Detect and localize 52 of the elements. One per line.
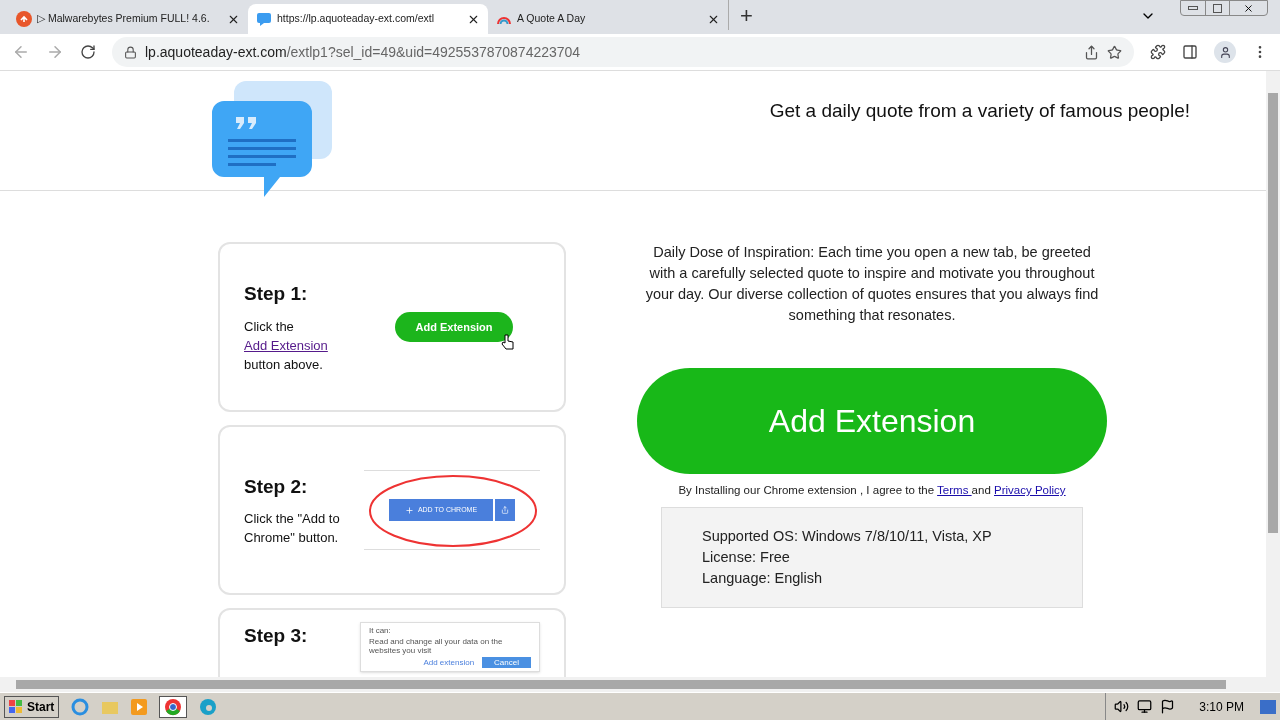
share-image [495, 498, 516, 522]
chrome-taskbar-button[interactable] [159, 695, 188, 718]
terms-link[interactable]: Terms [937, 484, 972, 496]
step-title: Step 2: [244, 474, 309, 499]
add-extension-button-image: Add Extension [395, 311, 513, 343]
info-line: Language: English [702, 569, 824, 589]
flag-icon[interactable] [1160, 699, 1176, 714]
bookmark-star-icon[interactable] [1107, 44, 1122, 60]
url-path: /extlp1?sel_id=49&uid=4925537870874223704 [286, 42, 581, 62]
lock-icon [124, 45, 137, 59]
horizontal-scrollbar[interactable] [0, 677, 1280, 692]
start-button[interactable]: Start [4, 695, 60, 718]
share-icon[interactable] [1084, 44, 1099, 60]
step-title: Step 1: [244, 282, 309, 307]
dialog-heading: It can: [369, 626, 392, 635]
new-tab-button[interactable]: + [728, 0, 764, 30]
chat-icon [256, 11, 272, 27]
tagline: Get a daily quote from a variety of famous people! [769, 99, 1190, 123]
browser-tab[interactable]: A Quote A Day [488, 4, 728, 34]
url-domain: lp.aquoteaday-ext.com [145, 42, 287, 62]
step-title: Step 3: [244, 624, 309, 648]
reload-icon[interactable] [80, 44, 96, 60]
browser-tab[interactable]: ▷ Malwarebytes Premium FULL! 4.6. [8, 4, 248, 34]
plus-icon [404, 505, 414, 515]
browser-tab[interactable]: https://lp.aquoteaday-ext.com/extl [248, 4, 488, 34]
step-text: Click the Add Extension button above. [244, 317, 329, 374]
info-line: License: Free [702, 548, 791, 568]
vertical-scrollbar[interactable] [1266, 71, 1280, 677]
tab-title: https://lp.aquoteaday-ext.com/extl [277, 11, 435, 27]
clock: 3:10 PM [1199, 698, 1244, 716]
upload-icon [16, 11, 32, 27]
consent-text: By Installing our Chrome extension , I agree to the Terms and Privacy Policy [678, 483, 1066, 498]
info-line: Supported OS: Windows 7/8/10/11, Vista, XP [702, 527, 993, 547]
network-icon[interactable] [1137, 699, 1153, 714]
dialog-add-label: Add extension [423, 658, 475, 667]
address-bar[interactable]: lp.aquoteaday-ext.com/extlp1?sel_id=49&uid=4925537870874223704 [112, 37, 1134, 67]
description: Daily Dose of Inspiration: Each time you open a new tab, be greeted with a carefully selected quote to inspire and motivate you throughout your day. Our diverse collection of quotes ensures that you always find something that resonates. [644, 243, 1100, 325]
tab-title: ▷ Malwarebytes Premium FULL! 4.6. [37, 11, 211, 27]
volume-icon[interactable] [1114, 699, 1130, 714]
profile-avatar[interactable] [1214, 41, 1236, 63]
show-desktop-icon[interactable] [1260, 699, 1276, 714]
extensions-icon[interactable] [1150, 44, 1166, 60]
close-icon [1243, 2, 1254, 14]
privacy-policy-link[interactable]: Privacy Policy [994, 484, 1066, 496]
hand-cursor-icon [500, 334, 515, 351]
dialog-text: Read and change all your data on the websites you visit [369, 637, 504, 655]
step-text: Click the "Add to Chrome" button. [244, 510, 340, 548]
side-panel-icon[interactable] [1182, 44, 1198, 60]
add-extension-link[interactable]: Add Extension [244, 337, 328, 353]
windows-logo-icon [9, 699, 23, 714]
start-label: Start [27, 698, 55, 716]
tab-title: A Quote A Day [517, 11, 587, 27]
